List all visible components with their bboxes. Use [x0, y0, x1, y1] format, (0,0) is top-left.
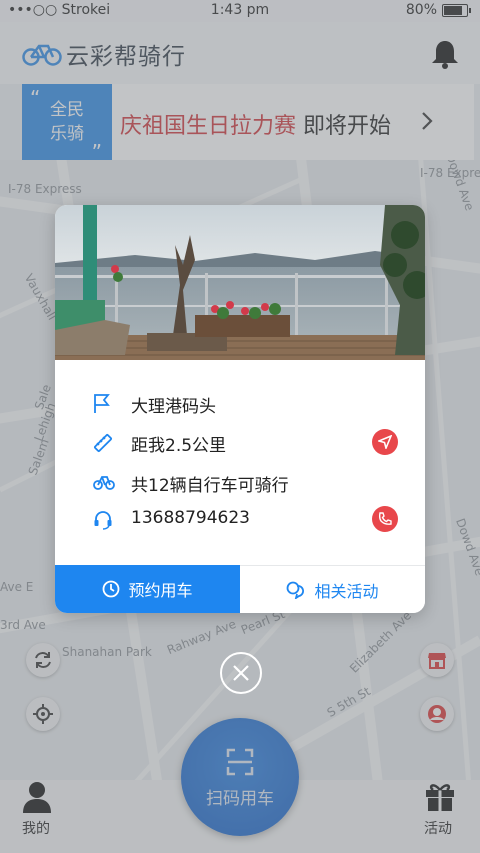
bikes-available: 共12辆自行车可骑行	[131, 476, 289, 496]
location-row: 大理港码头	[55, 388, 425, 418]
navigate-button[interactable]	[372, 429, 398, 455]
navigate-icon	[378, 435, 392, 449]
flag-icon	[93, 394, 111, 418]
call-button[interactable]	[372, 506, 398, 532]
clock-icon	[103, 580, 120, 598]
headset-icon	[93, 510, 113, 534]
station-photo	[55, 205, 425, 360]
ruler-icon	[93, 433, 113, 457]
close-modal-button[interactable]	[220, 652, 262, 694]
related-activities-button[interactable]: 相关活动	[240, 565, 425, 613]
location-name: 大理港码头	[131, 397, 216, 417]
station-detail-card: 大理港码头 距我2.5公里 共12辆自行车可骑行 13688794623 预约用…	[55, 205, 425, 613]
chat-bubbles-icon	[287, 581, 305, 599]
phone-row: 13688794623	[55, 504, 425, 534]
distance-row: 距我2.5公里	[55, 427, 425, 457]
bicycle-icon	[93, 473, 115, 495]
reserve-bike-button[interactable]: 预约用车	[55, 565, 240, 613]
related-activities-label: 相关活动	[314, 582, 379, 601]
bikes-row: 共12辆自行车可骑行	[55, 467, 425, 497]
distance-text: 距我2.5公里	[131, 436, 227, 456]
phone-icon	[378, 512, 392, 525]
reserve-bike-label: 预约用车	[128, 581, 193, 600]
close-icon	[233, 665, 249, 681]
phone-number: 13688794623	[131, 508, 250, 528]
